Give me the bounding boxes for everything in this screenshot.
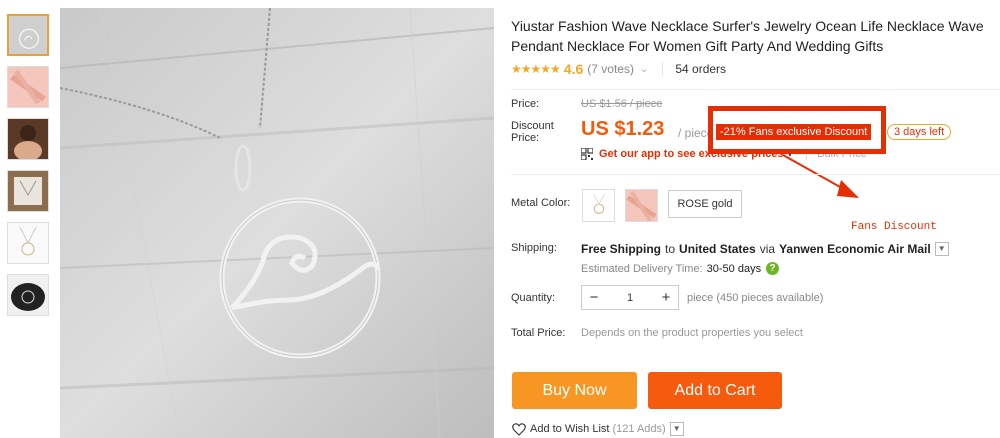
color-option-rose-gold[interactable]: ROSE gold: [668, 190, 742, 218]
days-left-badge: 3 days left: [887, 124, 952, 140]
decrease-quantity-button[interactable]: −: [582, 289, 606, 306]
orders-count: 54 orders: [662, 62, 726, 76]
product-info-panel: Yiustar Fashion Wave Necklace Surfer's J…: [511, 0, 1000, 438]
discount-price: US $1.23: [581, 118, 665, 140]
rating-stars-icon: ★★★★★: [511, 62, 561, 76]
rating-value: 4.6: [563, 61, 584, 77]
main-product-image: [60, 8, 494, 438]
eta-value: 30-50 days: [706, 262, 762, 275]
thumbnail-4[interactable]: [7, 170, 49, 212]
thumbnail-list: [7, 14, 51, 326]
quantity-stepper: − 1 +: [581, 285, 679, 310]
divider: [511, 174, 1000, 175]
total-price-label: Total Price:: [511, 327, 566, 339]
thumbnail-5[interactable]: [7, 222, 49, 264]
annotation-box: [708, 106, 886, 154]
annotation-arrow-icon: [782, 154, 859, 198]
thumbnail-3[interactable]: [7, 118, 49, 160]
add-to-wish-list-link[interactable]: Add to Wish List: [530, 423, 609, 435]
thumbnail-6[interactable]: [7, 274, 49, 316]
delivery-estimate: Estimated Delivery Time: 30-50 days ?: [581, 262, 780, 275]
eta-label: Estimated Delivery Time:: [581, 262, 703, 275]
color-swatch-rose[interactable]: [625, 189, 658, 222]
divider: [511, 89, 1000, 90]
shipping-method: Yanwen Economic Air Mail: [779, 242, 931, 256]
wish-count: (121 Adds): [612, 423, 666, 435]
free-shipping-text: Free Shipping: [581, 242, 662, 256]
total-price-description: Depends on the product properties you se…: [581, 327, 803, 339]
product-title: Yiustar Fashion Wave Necklace Surfer's J…: [511, 18, 984, 54]
price-label: Price:: [511, 98, 540, 110]
thumbnail-1[interactable]: [7, 14, 49, 56]
rating-row: ★★★★★ 4.6 (7 votes) ⌄ 54 orders: [511, 60, 726, 78]
thumbnail-2[interactable]: [7, 66, 49, 108]
help-icon[interactable]: ?: [766, 262, 780, 275]
shipping-via: via: [759, 242, 776, 256]
qr-code-icon: [581, 148, 593, 160]
shipping-label: Shipping:: [511, 242, 557, 254]
buy-now-button[interactable]: Buy Now: [512, 372, 637, 409]
wish-list-row: Add to Wish List (121 Adds) ▼: [512, 422, 684, 436]
quantity-available: piece (450 pieces available): [687, 292, 824, 304]
chevron-down-icon[interactable]: ⌄: [640, 64, 648, 75]
annotation-note: Fans Discount: [851, 221, 937, 233]
votes-link[interactable]: (7 votes): [587, 62, 634, 76]
shipping-to: to: [665, 242, 676, 256]
discount-price-label: Discount Price:: [511, 120, 554, 144]
quantity-label: Quantity:: [511, 292, 556, 304]
metal-color-label: Metal Color:: [511, 197, 571, 209]
shipping-info: Free Shipping to United States via Yanwe…: [581, 242, 949, 256]
quantity-input[interactable]: 1: [606, 292, 654, 304]
original-price: US $1.56 / piece: [581, 98, 663, 110]
chevron-down-icon[interactable]: ▼: [669, 422, 684, 436]
chevron-down-icon[interactable]: ▼: [934, 242, 949, 256]
shipping-destination: United States: [679, 242, 756, 256]
add-to-cart-button[interactable]: Add to Cart: [648, 372, 782, 409]
increase-quantity-button[interactable]: +: [654, 289, 678, 306]
heart-icon[interactable]: [512, 422, 526, 436]
color-swatch-silver[interactable]: [582, 189, 615, 222]
